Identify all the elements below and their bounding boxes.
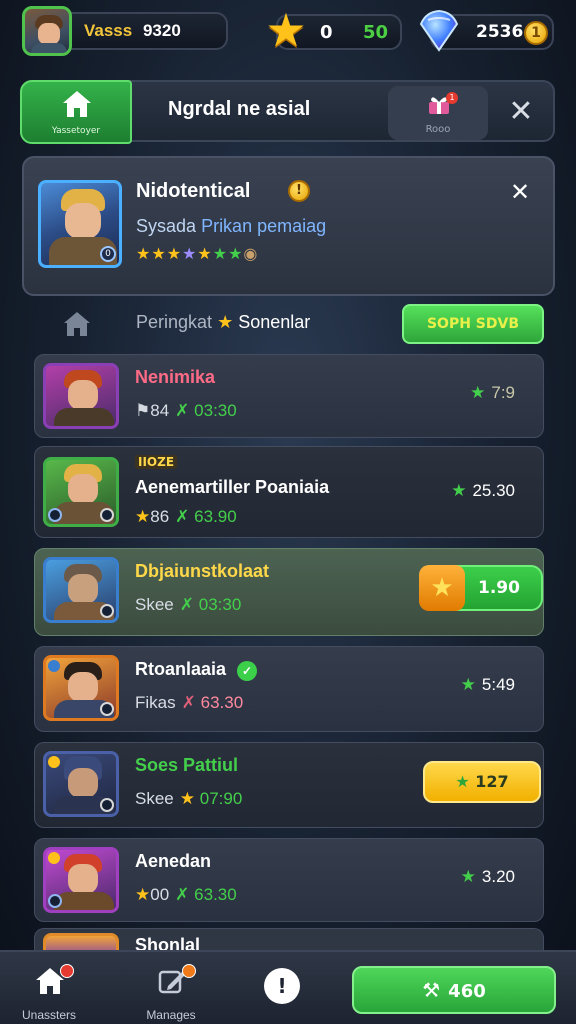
leaderboard-row[interactable]: Soes Pattiul Skee ★ 07:90 ★ 127	[34, 742, 544, 828]
player-stats: ★00 ✗ 63.30	[135, 885, 237, 904]
player-name: Aenedan	[135, 851, 212, 871]
avatar	[43, 457, 119, 527]
player-score: ★ 5:49	[460, 675, 515, 694]
score-chip[interactable]: ★ 1.90	[419, 565, 543, 611]
info-icon[interactable]: !	[264, 968, 300, 1004]
leaderboard-row[interactable]: Aenedan ★00 ✗ 63.30 ★ 3.20	[34, 838, 544, 922]
rank-tag: IIOZE	[135, 455, 178, 469]
home-tab-label: Yassetoyer	[51, 126, 101, 136]
profile-rating-stars: ★★★★★★★◉	[136, 244, 259, 263]
player-name: Rtoanlaaia ✓	[135, 659, 258, 681]
notification-badge	[60, 964, 74, 978]
player-score: ★ 3.20	[460, 867, 515, 886]
ranking-header: Peringkat ★ Sonenlar SOPH SDVB	[34, 304, 554, 344]
avatar	[43, 847, 119, 913]
notification-badge	[182, 964, 196, 978]
notification-badge: 1	[446, 92, 458, 104]
profile-avatar[interactable]: 0	[38, 180, 122, 268]
player-score: ★ 25.30	[451, 481, 515, 500]
gem-count: 2536	[476, 22, 524, 42]
avatar	[43, 363, 119, 429]
profile-level: 0	[100, 246, 116, 262]
bottom-nav: Unassters Manages ! ⚒ 460	[0, 950, 576, 1024]
profile-name: Nidotentical	[136, 180, 251, 202]
ranking-title: Peringkat ★ Sonenlar	[136, 312, 311, 332]
nav-label: Manages	[146, 1008, 196, 1022]
player-stats: Fikas ✗ 63.30	[135, 693, 244, 712]
avatar	[43, 655, 119, 721]
avatar	[43, 557, 119, 623]
top-bar: Vasss 9320 ★ 0 50 2536 1	[0, 0, 576, 70]
gift-button[interactable]: 1 Rooo	[388, 86, 488, 140]
home-tab-button[interactable]: Yassetoyer	[20, 80, 132, 144]
star-count-secondary: 50	[362, 21, 388, 43]
leaderboard-row[interactable]: IIOZE Aenemartiller Poaniaia ★86 ✗ 63.90 …	[34, 446, 544, 538]
page-header: Yassetoyer Ngrdal ne asial 1 Rooo ✕	[20, 80, 555, 144]
player-score: ★ 7:9	[470, 383, 515, 402]
gem-icon	[419, 9, 459, 52]
ranking-action-button[interactable]: SOPH SDVB	[402, 304, 544, 344]
coin-icon[interactable]: 1	[524, 21, 548, 45]
info-icon[interactable]: !	[288, 180, 310, 202]
home-icon[interactable]	[62, 310, 92, 338]
primary-action-button[interactable]: ⚒ 460	[352, 966, 556, 1014]
nav-unassters[interactable]: Unassters	[4, 958, 94, 1022]
player-stats: Skee ✗ 03:30	[135, 595, 242, 614]
avatar	[43, 751, 119, 817]
player-name: Aenemartiller Poaniaia	[135, 477, 330, 497]
player-name: Nenimika	[135, 367, 216, 387]
leaderboard-row[interactable]: Rtoanlaaia ✓ Fikas ✗ 63.30 ★ 5:49	[34, 646, 544, 732]
profile-card: 0 Nidotentical ! Sysada Prikan pemaiag ★…	[22, 156, 555, 296]
profile-close-icon[interactable]: ✕	[510, 178, 530, 206]
leaderboard-row-highlighted[interactable]: Dbjaiunstkolaat Skee ✗ 03:30 ★ 1.90	[34, 548, 544, 636]
star-count: 0	[320, 21, 333, 43]
home-icon	[63, 91, 91, 117]
player-stats: Skee ★ 07:90	[135, 789, 243, 808]
player-stats: ★86 ✗ 63.90	[135, 507, 237, 526]
wrench-icon: ⚒	[422, 978, 441, 1002]
nav-label: Unassters	[21, 1008, 77, 1022]
profile-subtitle: Sysada Prikan pemaiag	[136, 216, 327, 236]
score-badge[interactable]: ★ 127	[423, 761, 541, 803]
player-name: Vasss 9320	[84, 21, 181, 40]
player-name: Dbjaiunstkolaat	[135, 561, 270, 581]
close-button[interactable]: ✕	[498, 92, 544, 132]
player-name: Soes Pattiul	[135, 755, 239, 775]
star-icon: ★	[265, 3, 307, 57]
player-stats: ⚑84 ✗ 03:30	[135, 401, 237, 420]
page-title: Ngrdal ne asial	[168, 98, 311, 120]
star-icon: ★	[419, 565, 465, 611]
leaderboard-row[interactable]: Nenimika ⚑84 ✗ 03:30 ★ 7:9	[34, 354, 544, 438]
player-avatar[interactable]	[22, 6, 72, 56]
gift-label: Rooo	[425, 124, 451, 135]
nav-manages[interactable]: Manages	[126, 958, 216, 1022]
